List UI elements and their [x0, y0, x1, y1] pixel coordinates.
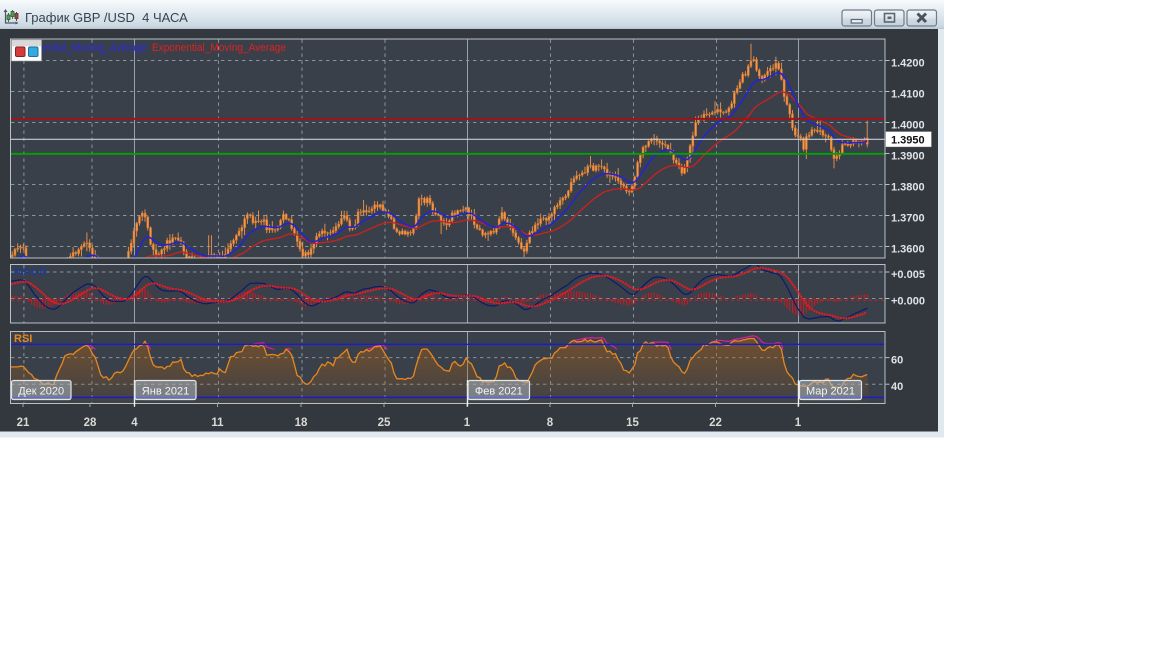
svg-text:Exponential_Moving_Average: Exponential_Moving_Average — [152, 42, 286, 54]
svg-text:1.3600: 1.3600 — [891, 244, 925, 256]
svg-text:25: 25 — [378, 417, 391, 429]
svg-text:22: 22 — [709, 417, 722, 429]
svg-text:1: 1 — [795, 417, 802, 429]
svg-text:1.4100: 1.4100 — [891, 89, 925, 101]
svg-text:MACD: MACD — [14, 266, 47, 278]
svg-text:1.3800: 1.3800 — [891, 182, 925, 194]
svg-text:11: 11 — [211, 417, 224, 429]
svg-text:1.4200: 1.4200 — [891, 58, 925, 70]
svg-text:Фев 2021: Фев 2021 — [475, 386, 523, 398]
svg-text:18: 18 — [295, 417, 308, 429]
svg-text:1.3700: 1.3700 — [891, 213, 925, 225]
svg-text:1: 1 — [464, 417, 471, 429]
svg-text:RSI: RSI — [14, 333, 32, 345]
svg-text:+0.000: +0.000 — [891, 296, 925, 308]
svg-text:Мар 2021: Мар 2021 — [806, 386, 855, 398]
svg-text:15: 15 — [626, 417, 639, 429]
svg-text:4: 4 — [131, 417, 138, 429]
svg-text:1.3900: 1.3900 — [891, 151, 925, 163]
svg-text:График GBP /USD 4 ЧАСА: График GBP /USD 4 ЧАСА — [25, 10, 188, 25]
svg-text:21: 21 — [17, 417, 30, 429]
svg-text:60: 60 — [891, 355, 903, 367]
svg-text:Дек 2020: Дек 2020 — [18, 386, 64, 398]
svg-text:8: 8 — [547, 417, 554, 429]
svg-text:40: 40 — [891, 381, 903, 393]
svg-text:Янв 2021: Янв 2021 — [142, 386, 189, 398]
svg-text:1.3950: 1.3950 — [891, 135, 925, 147]
svg-text:1.4000: 1.4000 — [891, 120, 925, 132]
svg-text:28: 28 — [84, 417, 97, 429]
svg-text:+0.005: +0.005 — [891, 269, 925, 281]
